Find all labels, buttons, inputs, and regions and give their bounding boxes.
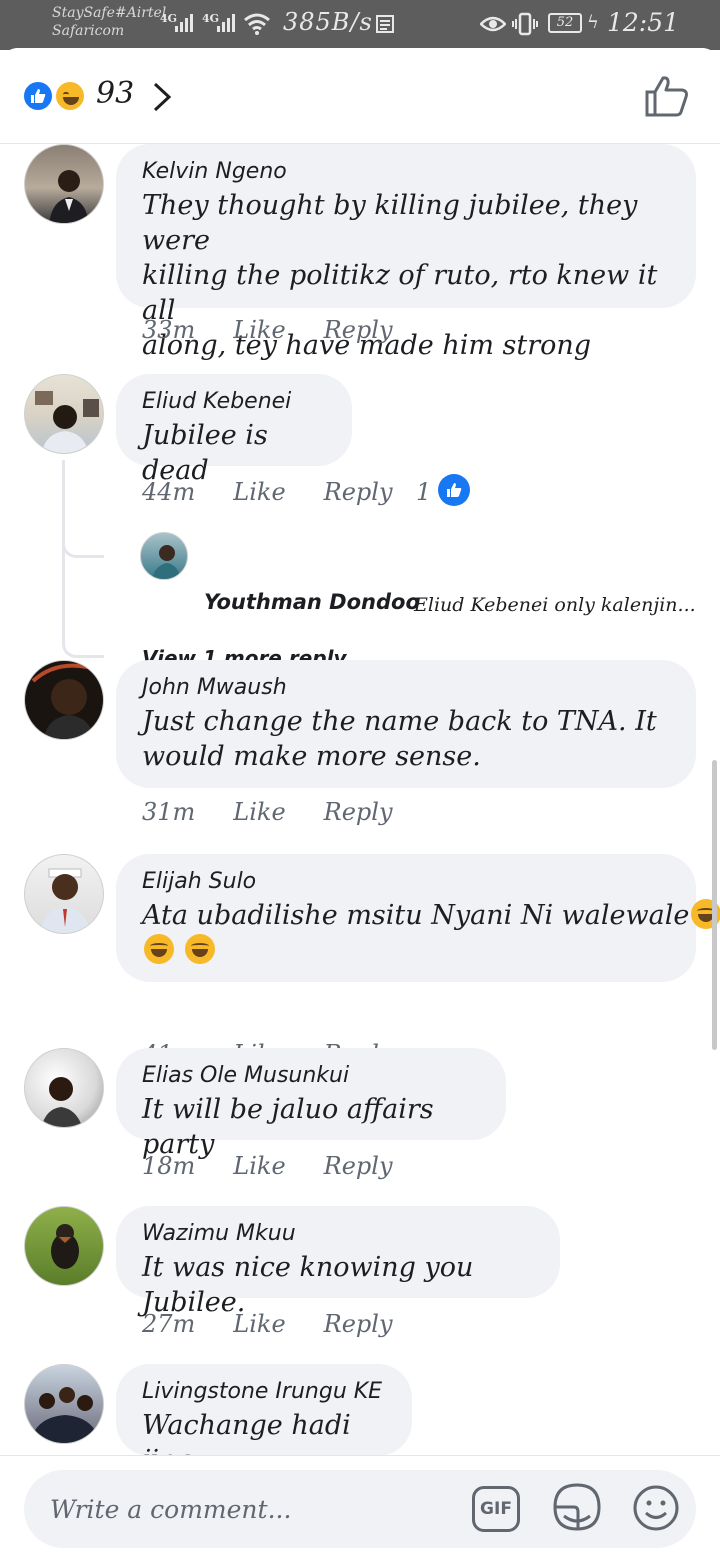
carrier-info: StaySafe#Airtel Safaricom xyxy=(52,4,166,40)
chevron-right-icon[interactable] xyxy=(152,82,172,112)
gif-button[interactable]: GIF xyxy=(472,1486,520,1532)
network-speed: 385B/s xyxy=(283,8,373,36)
comment-text-line: would make more sense. xyxy=(142,741,481,772)
wifi-icon xyxy=(244,13,270,35)
like-reaction-icon[interactable] xyxy=(22,80,54,112)
commenter-name[interactable]: Eliud Kebenei xyxy=(142,386,326,418)
comments-sheet: 93 Kelvin Ngeno They thought by killing … xyxy=(0,48,720,1560)
avatar[interactable] xyxy=(24,144,104,224)
signal-bars-2-icon xyxy=(217,14,235,32)
like-button[interactable]: Like xyxy=(233,798,285,826)
status-bar: StaySafe#Airtel Safaricom 4G 4G 385B/s 5… xyxy=(0,0,720,50)
commenter-name[interactable]: Wazimu Mkuu xyxy=(142,1218,534,1250)
like-button[interactable]: Like xyxy=(233,1152,285,1180)
comment-composer: GIF xyxy=(0,1455,720,1560)
commenter-name[interactable]: Elijah Sulo xyxy=(142,866,670,898)
comment-emoji-line xyxy=(142,933,670,968)
thumbs-up-outline-icon[interactable] xyxy=(644,74,690,118)
avatar[interactable] xyxy=(24,374,104,454)
vibrate-icon xyxy=(512,12,538,36)
carrier-line-2: Safaricom xyxy=(52,23,125,39)
notification-icon xyxy=(376,15,394,33)
comment-actions: 33m Like Reply xyxy=(142,316,393,344)
reply-button[interactable]: Reply xyxy=(324,1310,393,1338)
haha-reaction-icon[interactable] xyxy=(54,80,86,112)
comment-time: 44m xyxy=(142,478,196,506)
comment-actions: 31m Like Reply xyxy=(142,798,393,826)
commenter-name[interactable]: Elias Ole Musunkui xyxy=(142,1060,480,1092)
comment-time: 18m xyxy=(142,1152,196,1180)
eye-comfort-icon xyxy=(480,16,506,32)
avatar[interactable] xyxy=(24,854,104,934)
comment-text-line: Just change the name back to TNA. It xyxy=(142,706,657,737)
comment-bubble[interactable]: Eliud Kebenei Jubilee is dead xyxy=(116,374,352,486)
like-button[interactable]: Like xyxy=(233,316,285,344)
emoji-icon[interactable] xyxy=(632,1484,680,1532)
reactions-header: 93 xyxy=(0,48,720,144)
commenter-name[interactable]: John Mwaush xyxy=(142,672,670,704)
comment-bubble[interactable]: Kelvin Ngeno They thought by killing jub… xyxy=(116,144,696,361)
comment-bubble[interactable]: Wazimu Mkuu It was nice knowing you Jubi… xyxy=(116,1206,560,1318)
scrollbar[interactable] xyxy=(712,760,717,1050)
reply-button[interactable]: Reply xyxy=(324,478,393,506)
reply-author-name[interactable]: Youthman Dondoo xyxy=(204,590,420,614)
comment-bubble[interactable]: Livingstone Irungu KE Wachange hadi jina xyxy=(116,1364,412,1476)
commenter-name[interactable]: Kelvin Ngeno xyxy=(142,156,670,188)
reply-preview-text[interactable]: Eliud Kebenei only kalenjin... xyxy=(414,594,696,616)
signal-bars-1-icon xyxy=(175,14,193,32)
comment-input[interactable] xyxy=(50,1484,470,1534)
avatar[interactable] xyxy=(24,1206,104,1286)
comment-bubble[interactable]: John Mwaush Just change the name back to… xyxy=(116,660,696,788)
comment-actions: 44m Like Reply xyxy=(142,478,393,506)
comment-bubble[interactable]: Elias Ole Musunkui It will be jaluo affa… xyxy=(116,1048,506,1160)
reply-button[interactable]: Reply xyxy=(324,798,393,826)
comment-actions: 18m Like Reply xyxy=(142,1152,393,1180)
reply-button[interactable]: Reply xyxy=(324,1152,393,1180)
commenter-name[interactable]: Livingstone Irungu KE xyxy=(142,1376,386,1408)
like-button[interactable]: Like xyxy=(233,1310,285,1338)
composer-field: GIF xyxy=(24,1470,696,1548)
charging-icon: ϟ xyxy=(587,12,599,33)
laughing-emoji-icon xyxy=(144,934,174,964)
battery-indicator: 52 xyxy=(548,13,582,33)
comment-time: 33m xyxy=(142,316,196,344)
carrier-line-1: StaySafe#Airtel xyxy=(52,5,167,21)
comment-bubble[interactable]: Elijah Sulo Ata ubadilishe msitu Nyani N… xyxy=(116,854,720,982)
thread-connector xyxy=(62,494,104,658)
reply-avatar[interactable] xyxy=(140,532,188,580)
laughing-emoji-icon xyxy=(184,934,215,964)
like-button[interactable]: Like xyxy=(233,478,285,506)
clock: 12:51 xyxy=(607,8,680,37)
avatar[interactable] xyxy=(24,1048,104,1128)
avatar[interactable] xyxy=(24,660,104,740)
reaction-count[interactable]: 93 xyxy=(96,76,134,111)
reply-button[interactable]: Reply xyxy=(324,316,393,344)
comment-actions: 27m Like Reply xyxy=(142,1310,393,1338)
comment-like-count[interactable]: 1 xyxy=(416,478,431,506)
comment-text: Ata ubadilishe msitu Nyani Ni walewale xyxy=(142,900,690,931)
comment-time: 31m xyxy=(142,798,196,826)
comment-text-line: They thought by killing jubilee, they we… xyxy=(142,190,638,256)
comment-time: 27m xyxy=(142,1310,196,1338)
comment-text-line: Ata ubadilishe msitu Nyani Ni walewale xyxy=(142,898,720,933)
avatar[interactable] xyxy=(24,1364,104,1444)
sticker-icon[interactable] xyxy=(552,1482,602,1534)
like-reaction-icon[interactable] xyxy=(438,474,470,506)
